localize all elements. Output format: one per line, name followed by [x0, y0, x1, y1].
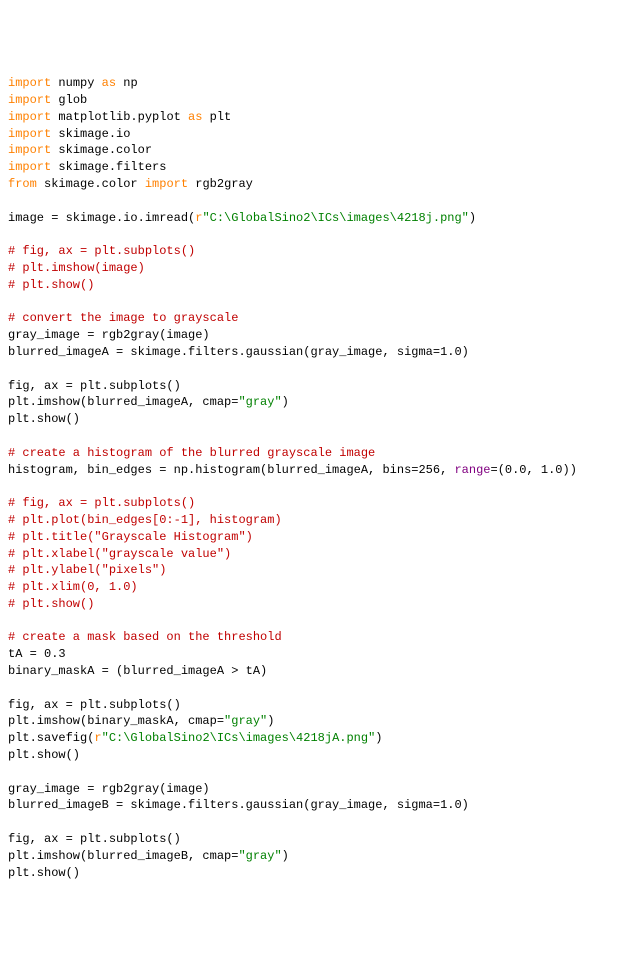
- comment-xlabel: # plt.xlabel("grayscale value"): [8, 547, 231, 561]
- kw-import: import: [8, 160, 51, 174]
- string-gray-2: "gray": [224, 714, 267, 728]
- mod-glob: glob: [51, 93, 87, 107]
- mod-skimage-filters: skimage.filters: [51, 160, 166, 174]
- comment-xlim: # plt.xlim(0, 1.0): [8, 580, 138, 594]
- comment-grayscale: # convert the image to grayscale: [8, 311, 238, 325]
- comment-ylabel: # plt.ylabel("pixels"): [8, 563, 166, 577]
- line-grayimage: gray_image = rgb2gray(image): [8, 328, 210, 342]
- raw-prefix2: r: [94, 731, 101, 745]
- comment-subplots2: # fig, ax = plt.subplots(): [8, 496, 195, 510]
- line-imshowMask-b: ): [267, 714, 274, 728]
- kw-as: as: [188, 110, 202, 124]
- string-path-2: "C:\GlobalSino2\ICs\images\4218jA.png": [102, 731, 376, 745]
- line-imshowA-a: plt.imshow(blurred_imageA, cmap=: [8, 395, 238, 409]
- comment-title: # plt.title("Grayscale Histogram"): [8, 530, 253, 544]
- name-rgb2gray: rgb2gray: [188, 177, 253, 191]
- line-blurredA: blurred_imageA = skimage.filters.gaussia…: [8, 345, 469, 359]
- mod-skimage-color: skimage.color: [51, 143, 152, 157]
- line-imshowB-a: plt.imshow(blurred_imageB, cmap=: [8, 849, 238, 863]
- kw-as: as: [102, 76, 116, 90]
- builtin-range: range: [454, 463, 490, 477]
- line-imshowB-b: ): [282, 849, 289, 863]
- line-savefig-b: ): [375, 731, 382, 745]
- python-source-code: import numpy as np import glob import ma…: [8, 75, 626, 881]
- paren-close: ): [469, 211, 476, 225]
- line-subplots3: fig, ax = plt.subplots(): [8, 698, 181, 712]
- kw-import: import: [145, 177, 188, 191]
- line-hist-b: =(0.0, 1.0)): [491, 463, 577, 477]
- string-gray-3: "gray": [238, 849, 281, 863]
- line-imshowMask-a: plt.imshow(binary_maskA, cmap=: [8, 714, 224, 728]
- comment-mask: # create a mask based on the threshold: [8, 630, 282, 644]
- mod-mpl: matplotlib.pyplot: [51, 110, 188, 124]
- string-gray-1: "gray": [238, 395, 281, 409]
- kw-import: import: [8, 110, 51, 124]
- line-subplots1: fig, ax = plt.subplots(): [8, 379, 181, 393]
- line-tA: tA = 0.3: [8, 647, 66, 661]
- line-binarymaskA: binary_maskA = (blurred_imageA > tA): [8, 664, 267, 678]
- kw-from: from: [8, 177, 37, 191]
- comment-imshow: # plt.imshow(image): [8, 261, 145, 275]
- alias-plt: plt: [202, 110, 231, 124]
- line-imshowA-b: ): [282, 395, 289, 409]
- alias-np: np: [116, 76, 138, 90]
- kw-import: import: [8, 76, 51, 90]
- line-hist-a: histogram, bin_edges = np.histogram(blur…: [8, 463, 454, 477]
- line-savefig-a: plt.savefig(: [8, 731, 94, 745]
- comment-subplots: # fig, ax = plt.subplots(): [8, 244, 195, 258]
- line-subplots4: fig, ax = plt.subplots(): [8, 832, 181, 846]
- mod-skimage-io: skimage.io: [51, 127, 130, 141]
- kw-import: import: [8, 127, 51, 141]
- kw-import: import: [8, 93, 51, 107]
- mod-numpy: numpy: [51, 76, 101, 90]
- kw-import: import: [8, 143, 51, 157]
- mod-skimage-color2: skimage.color: [37, 177, 145, 191]
- string-path-1: "C:\GlobalSino2\ICs\images\4218j.png": [202, 211, 468, 225]
- comment-plot: # plt.plot(bin_edges[0:-1], histogram): [8, 513, 282, 527]
- line-show1: plt.show(): [8, 412, 80, 426]
- line-imread: image = skimage.io.imread(: [8, 211, 195, 225]
- comment-show: # plt.show(): [8, 278, 94, 292]
- line-show3: plt.show(): [8, 748, 80, 762]
- line-grayimage2: gray_image = rgb2gray(image): [8, 782, 210, 796]
- comment-histogram: # create a histogram of the blurred gray…: [8, 446, 375, 460]
- comment-show2: # plt.show(): [8, 597, 94, 611]
- line-blurredB: blurred_imageB = skimage.filters.gaussia…: [8, 798, 469, 812]
- line-show4: plt.show(): [8, 866, 80, 880]
